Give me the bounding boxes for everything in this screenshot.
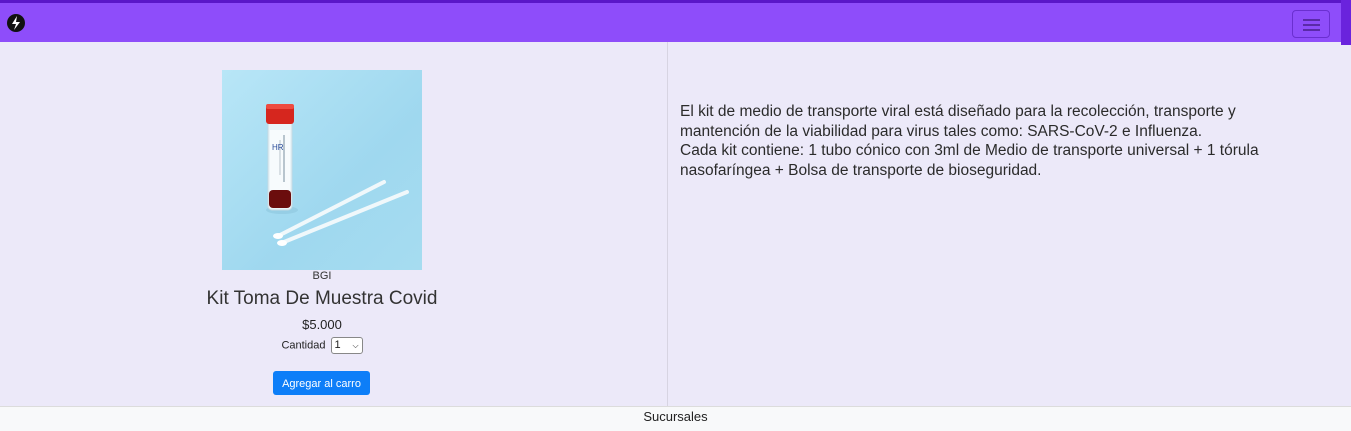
description-paragraph: Cada kit contiene: 1 tubo cónico con 3ml… xyxy=(680,142,1259,179)
description-paragraph: El kit de medio de transporte viral está… xyxy=(680,103,1236,140)
footer-branches-link[interactable]: Sucursales xyxy=(643,409,707,424)
product-image: HR xyxy=(222,70,422,270)
test-tube-and-swabs-illustration: HR xyxy=(266,104,409,246)
quantity-value: 1 xyxy=(334,339,341,351)
hamburger-menu-icon xyxy=(1303,19,1320,21)
hamburger-menu-button[interactable] xyxy=(1292,10,1330,38)
quantity-label: Cantidad xyxy=(281,339,326,352)
brand-logo-icon[interactable] xyxy=(7,14,25,32)
chevron-down-icon: ⌵ xyxy=(352,341,359,350)
navbar-edge xyxy=(1341,0,1351,45)
quantity-row: Cantidad 1 ⌵ xyxy=(222,337,422,354)
quantity-select[interactable]: 1 ⌵ xyxy=(330,337,363,354)
hamburger-menu-icon xyxy=(1303,24,1320,26)
top-navbar xyxy=(0,0,1351,45)
brand-logo-glyph xyxy=(12,16,20,30)
product-brand: BGI xyxy=(312,270,332,282)
product-price: $5.000 xyxy=(302,317,342,332)
footer: Sucursales xyxy=(0,406,1351,431)
product-title: Kit Toma De Muestra Covid xyxy=(206,288,438,309)
hamburger-menu-icon xyxy=(1303,29,1320,31)
column-divider xyxy=(667,42,668,407)
product-description: El kit de medio de transporte viral está… xyxy=(680,102,1320,180)
add-to-cart-button[interactable]: Agregar al carro xyxy=(273,371,370,395)
svg-text:HR: HR xyxy=(272,143,284,152)
